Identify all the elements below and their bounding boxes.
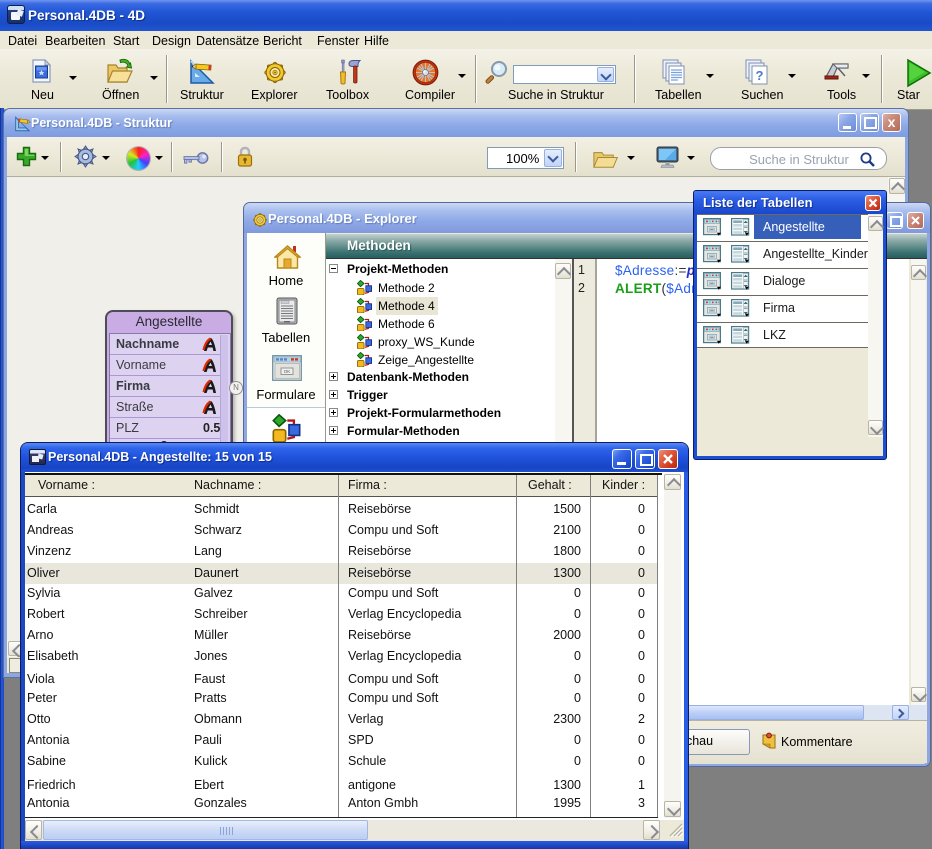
svg-text:?: ? xyxy=(756,68,764,83)
svg-text:OK: OK xyxy=(284,369,291,374)
